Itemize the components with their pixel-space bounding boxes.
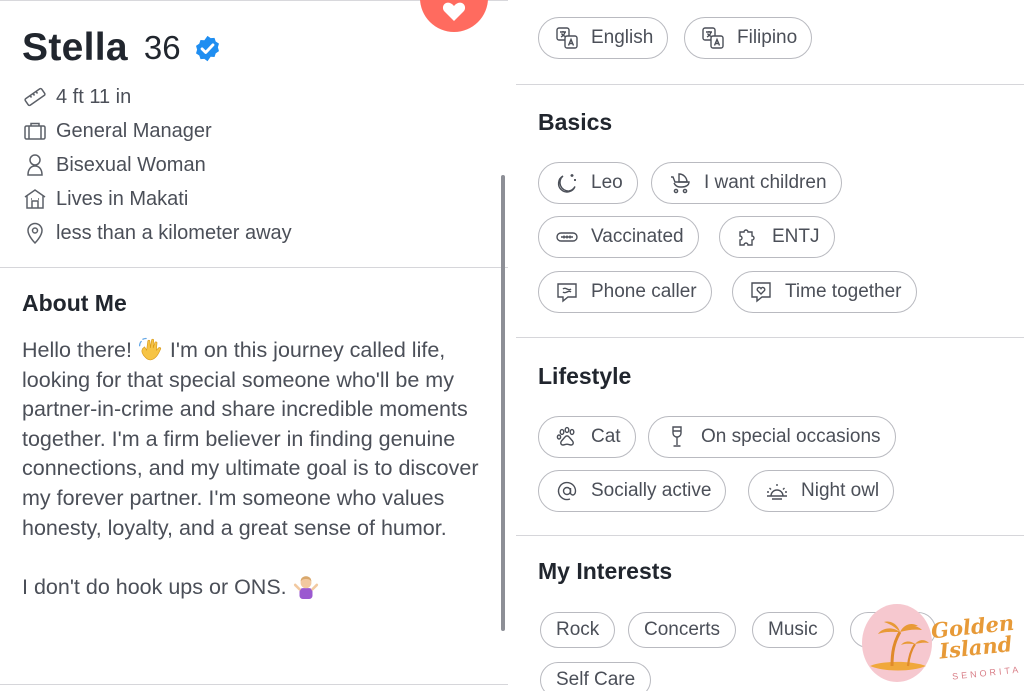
pill-label: Time together <box>785 281 902 302</box>
interest-pill: Self Care <box>540 662 652 691</box>
section-divider <box>516 337 1024 338</box>
pill-label: On special occasions <box>701 426 881 447</box>
pill-label: Night owl <box>801 480 880 501</box>
basics-pill-zodiac: Leo <box>538 162 638 204</box>
fact-orientation: Bisexual Woman <box>22 148 292 182</box>
pill-label: ENTJ <box>772 226 820 247</box>
paw-icon <box>553 423 581 451</box>
profile-panel: Stella 36 4 ft 11 in General Manager Bis… <box>0 0 508 691</box>
briefcase-icon <box>22 118 48 144</box>
interest-pill: Music <box>752 612 834 648</box>
fact-text: 4 ft 11 in <box>56 85 132 108</box>
fact-height: 4 ft 11 in <box>22 80 292 114</box>
section-divider <box>0 267 508 268</box>
profile-facts: 4 ft 11 in General Manager Bisexual Woma… <box>22 80 292 250</box>
heart-bubble-icon <box>747 278 775 306</box>
pill-label: Cat <box>591 426 621 447</box>
about-paragraph: Hello there! I'm on this journey called … <box>22 336 492 543</box>
ruler-icon <box>22 84 48 110</box>
about-title: About Me <box>22 290 127 316</box>
interest-pill: Rock <box>540 612 616 648</box>
lifestyle-title: Lifestyle <box>538 363 632 389</box>
section-divider <box>516 535 1024 536</box>
wine-glass-icon <box>663 423 691 451</box>
fact-location: Lives in Makati <box>22 182 292 216</box>
basics-pill-family: I want children <box>651 162 842 204</box>
language-pill-english: English <box>538 17 669 59</box>
at-sign-icon <box>553 477 581 505</box>
lifestyle-pill-social-media: Socially active <box>538 470 727 512</box>
about-text-part: Hello there! <box>22 338 138 362</box>
section-divider <box>516 84 1024 85</box>
pill-label: Filipino <box>737 27 798 48</box>
scrollbar[interactable] <box>501 175 505 631</box>
about-text: Hello there! I'm on this journey called … <box>22 336 492 602</box>
heart-icon <box>442 2 466 22</box>
pill-label: English <box>591 27 654 48</box>
location-pin-icon <box>22 220 48 246</box>
puzzle-icon <box>734 223 762 251</box>
basics-title: Basics <box>538 109 613 135</box>
logo-line: Island <box>937 631 1014 664</box>
fact-text: Bisexual Woman <box>56 153 206 176</box>
verified-badge-icon <box>195 35 219 61</box>
details-panel: English Filipino Basics Leo I want child… <box>516 0 1024 691</box>
name-row: Stella 36 <box>22 26 222 70</box>
fact-distance: less than a kilometer away <box>22 216 292 250</box>
house-icon <box>22 186 48 212</box>
section-divider <box>0 684 508 685</box>
person-icon <box>22 152 48 178</box>
syringe-icon <box>553 223 581 251</box>
translate-icon <box>553 24 581 52</box>
interests-title: My Interests <box>538 558 673 584</box>
language-pill-filipino: Filipino <box>684 17 813 59</box>
basics-pill-personality: ENTJ <box>719 216 835 258</box>
fact-text: Lives in Makati <box>56 187 189 210</box>
watermark-logo: Golden Island SENORITA <box>856 600 1022 686</box>
pill-label: Leo <box>591 172 623 193</box>
shrugging-woman-icon <box>293 576 318 599</box>
about-paragraph: I don't do hook ups or ONS. <box>22 573 492 603</box>
lifestyle-pill-pets: Cat <box>538 416 636 458</box>
fact-text: less than a kilometer away <box>56 221 292 244</box>
about-text-part: I'm on this journey called life, looking… <box>22 338 479 540</box>
palm-island-icon <box>870 621 929 671</box>
pill-label: Vaccinated <box>591 226 684 247</box>
profile-age: 36 <box>143 29 181 66</box>
waving-hand-icon <box>138 337 161 361</box>
interest-pill: Concerts <box>628 612 737 648</box>
basics-pill-love-language: Time together <box>732 271 917 313</box>
sunrise-icon <box>763 477 791 505</box>
lifestyle-pill-drinking: On special occasions <box>648 416 896 458</box>
panel-gutter <box>508 0 516 691</box>
fact-text: General Manager <box>56 119 212 142</box>
pill-label: Phone caller <box>591 281 697 302</box>
logo-wordmark: Golden Island <box>930 610 1017 664</box>
basics-pill-vaccine: Vaccinated <box>538 216 699 258</box>
lifestyle-pill-sleep: Night owl <box>748 470 895 512</box>
pill-label: Socially active <box>591 480 712 501</box>
basics-pill-communication: Phone caller <box>538 271 712 313</box>
translate-icon <box>699 24 727 52</box>
pill-label: I want children <box>704 172 827 193</box>
logo-tagline: SENORITA <box>951 664 1022 682</box>
profile-name: Stella <box>22 26 128 69</box>
fact-job: General Manager <box>22 114 292 148</box>
like-button[interactable] <box>420 0 488 32</box>
chat-bubble-icon <box>553 278 581 306</box>
about-text-part: I don't do hook ups or ONS. <box>22 574 293 599</box>
moon-stars-icon <box>553 169 581 197</box>
baby-stroller-icon <box>666 169 694 197</box>
